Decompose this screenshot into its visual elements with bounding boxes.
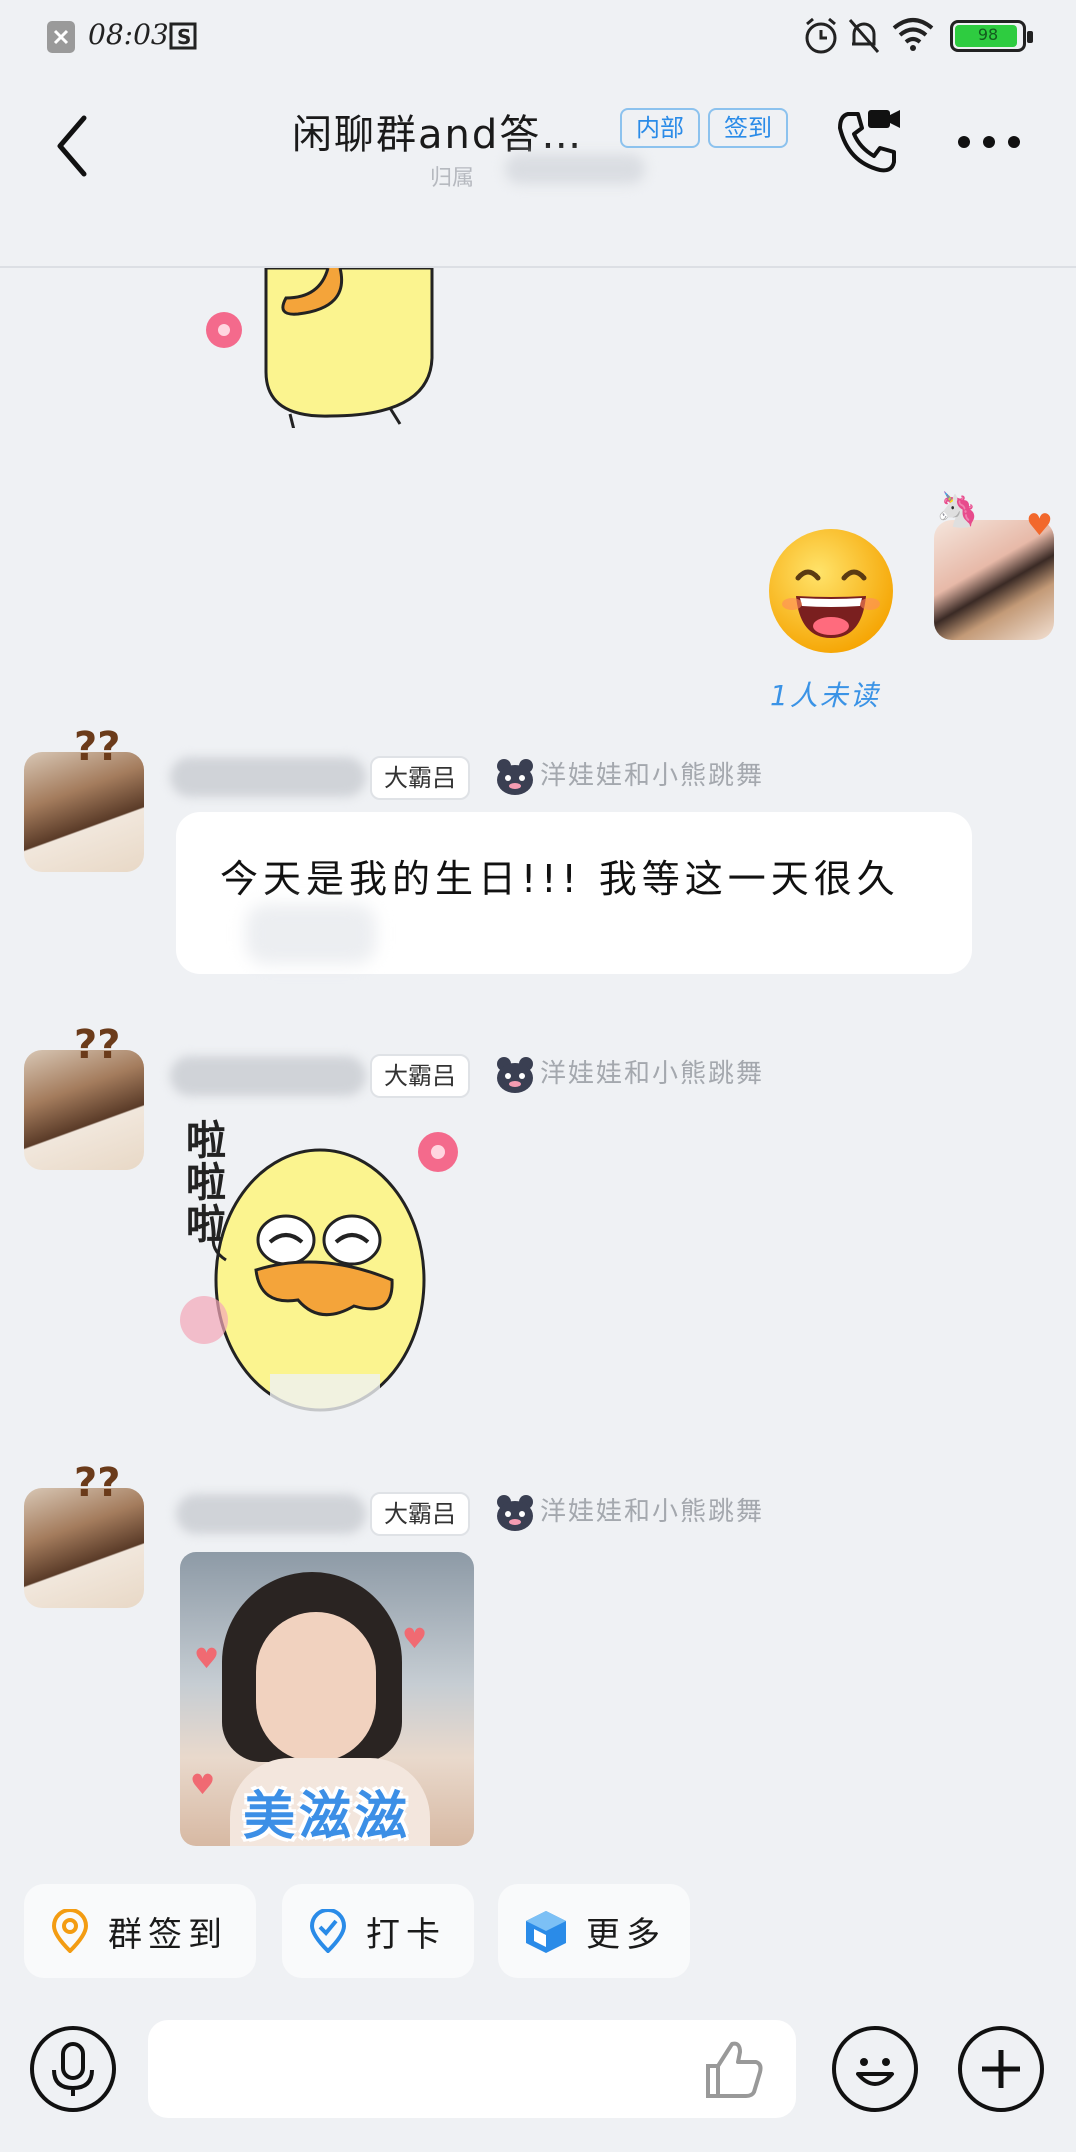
sender-name-redacted	[170, 757, 366, 797]
bear-title-icon	[497, 1495, 533, 1531]
duck-sticker-partial	[206, 268, 434, 428]
member-badge: 大霸吕	[370, 756, 470, 800]
call-video-icon[interactable]	[834, 106, 904, 178]
avatar-question-decoration: ??	[74, 1460, 121, 1506]
smiley-icon	[856, 2058, 894, 2086]
sender-name-redacted	[176, 1494, 366, 1534]
message-text: 今天是我的生日!!! 我等这一天很久	[220, 857, 900, 901]
avatar-decoration-heart: ♥	[1026, 508, 1053, 543]
cube-icon	[526, 1911, 566, 1953]
duck-sticker[interactable]	[170, 1130, 470, 1430]
chat-title[interactable]: 闲聊群and答…	[292, 102, 583, 160]
check-badge-icon	[309, 1909, 347, 1953]
sender-avatar[interactable]	[24, 1050, 144, 1170]
voice-input-button[interactable]	[30, 2026, 116, 2112]
avatar-question-decoration: ??	[74, 724, 121, 770]
redacted-text	[246, 904, 376, 964]
plus-icon	[982, 2050, 1020, 2088]
close-notification-icon	[47, 21, 75, 53]
punch-in-button[interactable]: 打卡	[282, 1884, 474, 1978]
location-pin-icon	[51, 1909, 89, 1953]
avatar-decoration-unicorn: 🦄	[936, 490, 979, 530]
back-arrow-icon[interactable]	[52, 114, 92, 178]
sender-name-redacted	[170, 1056, 366, 1096]
status-bar: 08:03 S 98	[0, 0, 1076, 72]
message-list[interactable]	[0, 268, 1076, 1868]
message-input[interactable]	[148, 2020, 796, 2118]
member-title: 洋娃娃和小熊跳舞	[540, 1059, 765, 1089]
bear-title-icon	[497, 1057, 533, 1093]
more-actions-button[interactable]: 更多	[498, 1884, 690, 1978]
alarm-icon	[805, 17, 837, 54]
battery-level: 98	[977, 25, 999, 44]
image-caption: 美滋滋	[242, 1787, 411, 1846]
avatar-question-decoration: ??	[74, 1022, 121, 1068]
wifi-icon	[892, 18, 934, 51]
emoji-button[interactable]	[832, 2026, 918, 2112]
laughing-emoji-sticker[interactable]	[766, 526, 896, 656]
member-badge: 大霸吕	[370, 1492, 470, 1536]
add-attachment-button[interactable]	[958, 2026, 1044, 2112]
svg-text:S: S	[177, 25, 191, 49]
screenshot-icon: S	[169, 22, 197, 50]
message-bubble[interactable]: 今天是我的生日!!! 我等这一天很久	[176, 812, 972, 974]
thumbs-up-icon[interactable]	[702, 2038, 766, 2102]
member-badge: 大霸吕	[370, 1054, 470, 1098]
more-options-icon[interactable]	[956, 134, 1022, 150]
chat-header: 闲聊群and答… 归属 内部 签到	[0, 72, 1076, 268]
redacted-subtitle	[505, 154, 645, 184]
bear-title-icon	[497, 759, 533, 795]
battery-icon: 98	[950, 20, 1033, 52]
tag-checkin[interactable]: 签到	[708, 108, 788, 148]
member-title: 洋娃娃和小熊跳舞	[540, 1497, 765, 1527]
mute-bell-icon	[848, 19, 880, 53]
member-title: 洋娃娃和小熊跳舞	[540, 761, 765, 791]
status-time: 08:03	[88, 18, 169, 51]
sender-avatar[interactable]	[24, 752, 144, 872]
group-checkin-button[interactable]: 群签到	[24, 1884, 256, 1978]
microphone-icon	[52, 2042, 94, 2096]
chat-subtitle: 归属	[430, 166, 475, 191]
input-bar	[0, 1998, 1076, 2152]
sender-avatar[interactable]	[24, 1488, 144, 1608]
image-message[interactable]: ♥ ♥ ♥ 美滋滋	[180, 1552, 474, 1846]
tag-internal[interactable]: 内部	[620, 108, 700, 148]
unread-status[interactable]: 1人未读	[770, 674, 880, 714]
